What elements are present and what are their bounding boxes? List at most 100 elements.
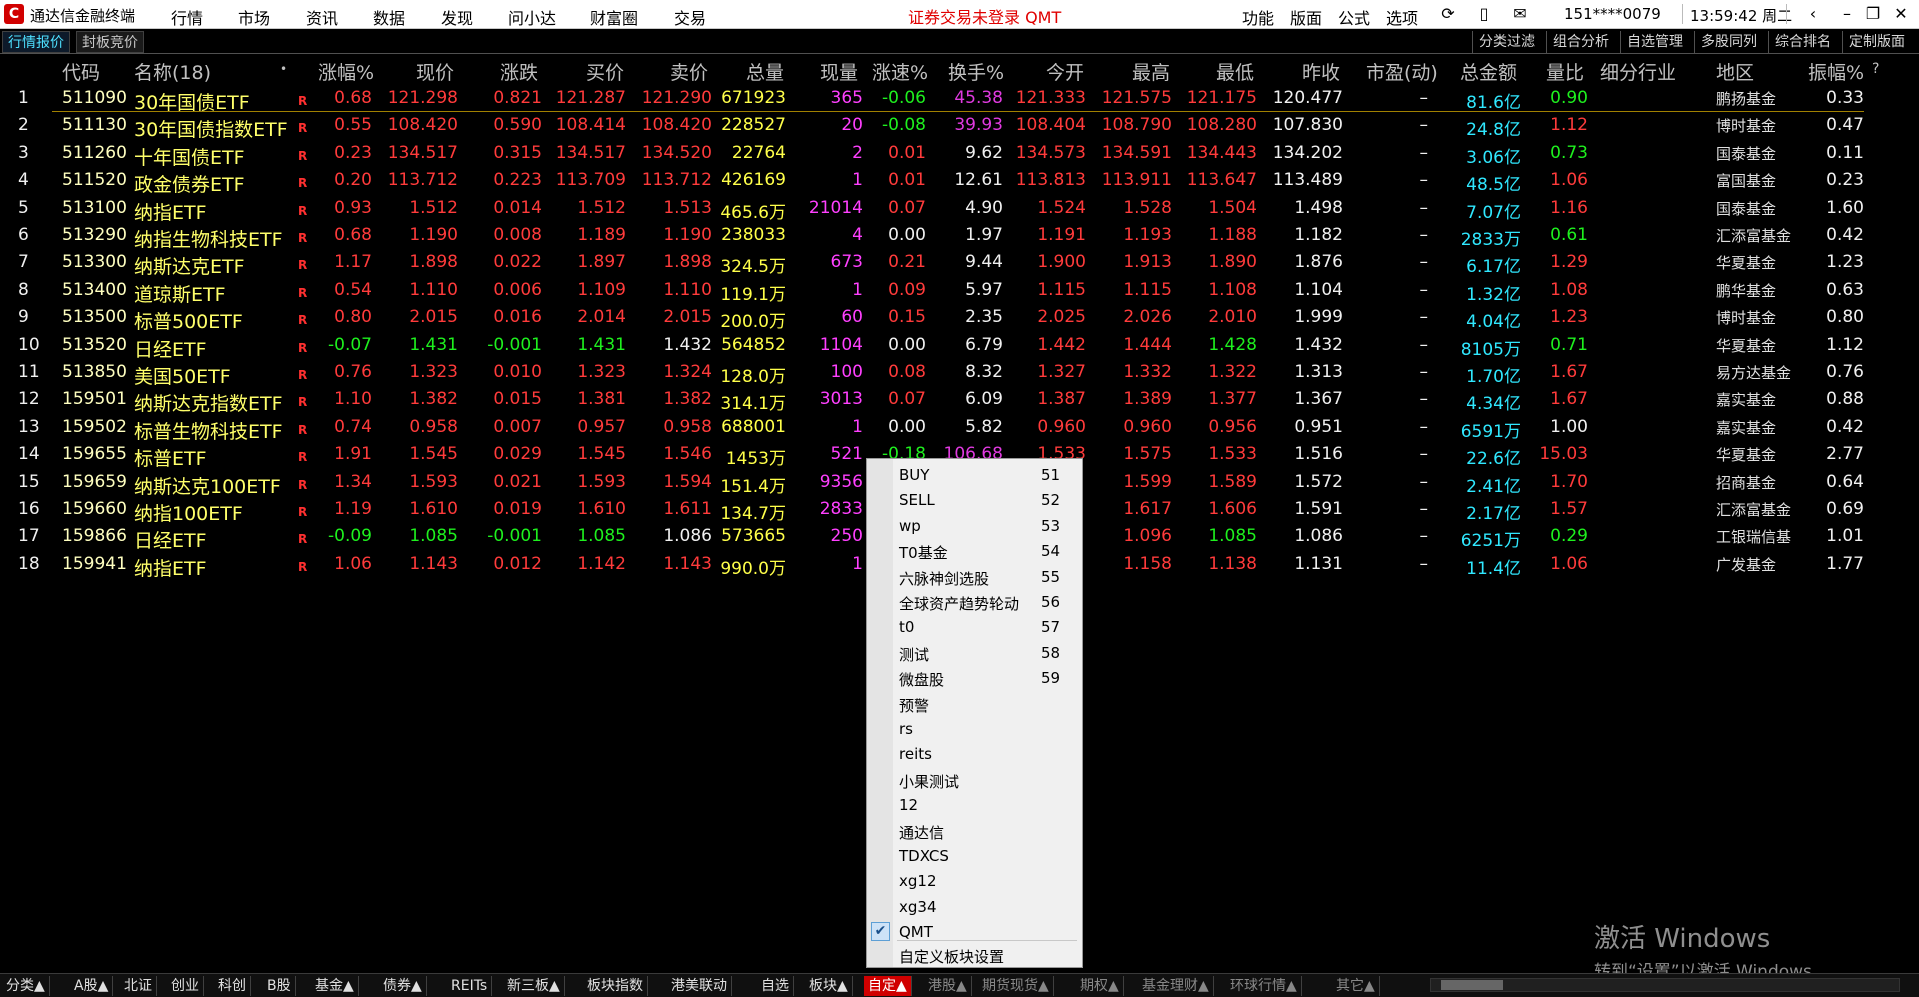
table-row[interactable]: 10 513520 日经ETF R -0.07 1.431 -0.001 1.431 1.432…	[0, 333, 1919, 361]
bottom-tab[interactable]: 环球行情▲	[1226, 976, 1302, 996]
bottom-tab[interactable]: REITs	[447, 976, 493, 996]
bottom-tab[interactable]: 期货现货▲	[978, 976, 1054, 996]
menu-function[interactable]: 功能	[1242, 5, 1274, 29]
table-row[interactable]: 3 511260 十年国债ETF R 0.23 134.517 0.315 134.517 13…	[0, 141, 1919, 169]
menu-layout[interactable]: 版面	[1290, 5, 1322, 29]
bottom-tab[interactable]: 板块▲	[805, 976, 853, 996]
col-change-pct[interactable]: 涨幅%	[318, 58, 374, 85]
col-amplitude[interactable]: 振幅%	[1808, 58, 1864, 85]
menu-quotes[interactable]: 行情	[171, 5, 203, 29]
restore-icon[interactable]: ❐	[1860, 3, 1886, 25]
bottom-tab[interactable]: 自选	[757, 976, 794, 996]
bottom-tab[interactable]: 期权▲	[1076, 976, 1124, 996]
tab-limit-auction[interactable]: 封板竞价	[76, 31, 144, 53]
bottom-tab[interactable]: 基金理财▲	[1138, 976, 1214, 996]
bottom-tab[interactable]: 自定▲	[864, 976, 912, 996]
menu-data[interactable]: 数据	[373, 5, 405, 29]
scrollbar-thumb[interactable]	[1441, 980, 1503, 990]
bottom-tab[interactable]: 创业	[167, 976, 204, 996]
menu-ask[interactable]: 问小达	[508, 5, 556, 29]
multi-stock-button[interactable]: 多股同列	[1694, 31, 1763, 53]
menu-item[interactable]: t0 57	[867, 615, 1082, 640]
col-vol-ratio[interactable]: 量比	[1546, 58, 1584, 85]
bottom-tab[interactable]: 科创	[214, 976, 251, 996]
table-row[interactable]: 7 513300 纳斯达克ETF R 1.17 1.898 0.022 1.897 1.898 3…	[0, 250, 1919, 278]
menu-item[interactable]: 全球资产趋势轮动 56	[867, 590, 1082, 615]
col-ask[interactable]: 卖价	[670, 58, 708, 85]
bottom-tab[interactable]: 板块指数	[583, 976, 648, 996]
menu-item[interactable]: reits	[867, 742, 1082, 767]
bottom-tab[interactable]: 港股▲	[924, 976, 972, 996]
table-row[interactable]: 13 159502 标普生物科技ETF R 0.74 0.958 0.007 0.957 0.9…	[0, 415, 1919, 443]
bottom-tab[interactable]: 其它▲	[1332, 976, 1380, 996]
menu-item[interactable]: 预警	[867, 692, 1082, 717]
menu-item[interactable]: wp 53	[867, 514, 1082, 539]
table-row[interactable]: 11 513850 美国50ETF R 0.76 1.323 0.010 1.323 1.324…	[0, 360, 1919, 388]
col-prev-close[interactable]: 昨收	[1302, 58, 1340, 85]
table-row[interactable]: 5 513100 纳指ETF R 0.93 1.512 0.014 1.512 1.513 465…	[0, 196, 1919, 224]
table-row[interactable]: 2 511130 30年国债指数ETF R 0.55 108.420 0.590 108.41…	[0, 113, 1919, 141]
col-speed[interactable]: 涨速%	[872, 58, 928, 85]
mail-icon[interactable]: ✉	[1507, 3, 1533, 25]
col-pe[interactable]: 市盈(动)	[1366, 58, 1438, 85]
custom-block-settings-item[interactable]: 自定义板块设置	[867, 943, 1082, 968]
menu-item[interactable]: rs	[867, 717, 1082, 742]
bottom-tab[interactable]: 港美联动	[667, 976, 732, 996]
menu-item[interactable]: 测试 58	[867, 641, 1082, 666]
bottom-tab[interactable]: 新三板▲	[503, 976, 565, 996]
table-row[interactable]: 8 513400 道琼斯ETF R 0.54 1.110 0.006 1.109 1.110 11…	[0, 278, 1919, 306]
menu-item[interactable]: BUY 51	[867, 463, 1082, 488]
bottom-tab[interactable]: A股▲	[70, 976, 114, 996]
menu-news[interactable]: 资讯	[306, 5, 338, 29]
menu-item[interactable]: xg34	[867, 895, 1082, 920]
col-high[interactable]: 最高	[1132, 58, 1170, 85]
menu-options[interactable]: 选项	[1386, 5, 1418, 29]
menu-market[interactable]: 市场	[238, 5, 270, 29]
table-row[interactable]: 12 159501 纳斯达克指数ETF R 1.10 1.382 0.015 1.381 1.3…	[0, 387, 1919, 415]
phone-icon[interactable]: ▯	[1471, 3, 1497, 25]
portfolio-analysis-button[interactable]: 组合分析	[1546, 31, 1615, 53]
col-low[interactable]: 最低	[1216, 58, 1254, 85]
horizontal-scrollbar[interactable]	[1430, 978, 1900, 992]
menu-item[interactable]: 小果测试	[867, 768, 1082, 793]
col-industry[interactable]: 细分行业	[1600, 58, 1676, 85]
table-row[interactable]: 9 513500 标普500ETF R 0.80 2.015 0.016 2.014 2.015…	[0, 305, 1919, 333]
col-price[interactable]: 现价	[416, 58, 454, 85]
col-name[interactable]: 名称(18)	[134, 58, 211, 85]
close-icon[interactable]: ✕	[1888, 3, 1914, 25]
menu-item[interactable]: TDXCS	[867, 844, 1082, 869]
login-notice[interactable]: 证券交易未登录 QMT	[908, 4, 1061, 28]
refresh-icon[interactable]: ⟳	[1435, 3, 1461, 25]
watchlist-manage-button[interactable]: 自选管理	[1620, 31, 1689, 53]
col-current-vol[interactable]: 现量	[820, 58, 858, 85]
menu-item[interactable]: 微盘股 59	[867, 666, 1082, 691]
menu-formula[interactable]: 公式	[1338, 5, 1370, 29]
table-row[interactable]: 1 511090 30年国债ETF R 0.68 121.298 0.821 121.287 1…	[0, 86, 1919, 114]
col-region[interactable]: 地区	[1716, 58, 1754, 85]
bottom-tab[interactable]: 基金▲	[311, 976, 359, 996]
col-turnover[interactable]: 换手%	[948, 58, 1004, 85]
col-volume[interactable]: 总量	[746, 58, 784, 85]
menu-item[interactable]: 12	[867, 793, 1082, 818]
account-id[interactable]: 151****0079	[1564, 5, 1661, 23]
menu-item[interactable]: T0基金 54	[867, 539, 1082, 564]
help-icon[interactable]: ?	[1872, 61, 1879, 77]
menu-item[interactable]: 六脉神剑选股 55	[867, 565, 1082, 590]
minimize-icon[interactable]: –	[1834, 3, 1860, 25]
menu-discover[interactable]: 发现	[441, 5, 473, 29]
col-amount[interactable]: 总金额	[1460, 58, 1517, 85]
col-bid[interactable]: 买价	[586, 58, 624, 85]
bottom-tab[interactable]: 债券▲	[379, 976, 427, 996]
col-change[interactable]: 涨跌	[500, 58, 538, 85]
menu-item[interactable]: 通达信	[867, 819, 1082, 844]
menu-item[interactable]: xg12	[867, 869, 1082, 894]
menu-item[interactable]: ✔ QMT	[867, 920, 1082, 945]
table-row[interactable]: 6 513290 纳指生物科技ETF R 0.68 1.190 0.008 1.189 1.19…	[0, 223, 1919, 251]
bottom-tab[interactable]: 分类▲	[2, 976, 50, 996]
menu-item[interactable]: SELL 52	[867, 488, 1082, 513]
category-filter-button[interactable]: 分类过滤	[1472, 31, 1541, 53]
table-row[interactable]: 4 511520 政金债券ETF R 0.20 113.712 0.223 113.709 11…	[0, 168, 1919, 196]
menu-wealth[interactable]: 财富圈	[590, 5, 638, 29]
col-open[interactable]: 今开	[1046, 58, 1084, 85]
back-icon[interactable]: ‹	[1800, 3, 1826, 25]
